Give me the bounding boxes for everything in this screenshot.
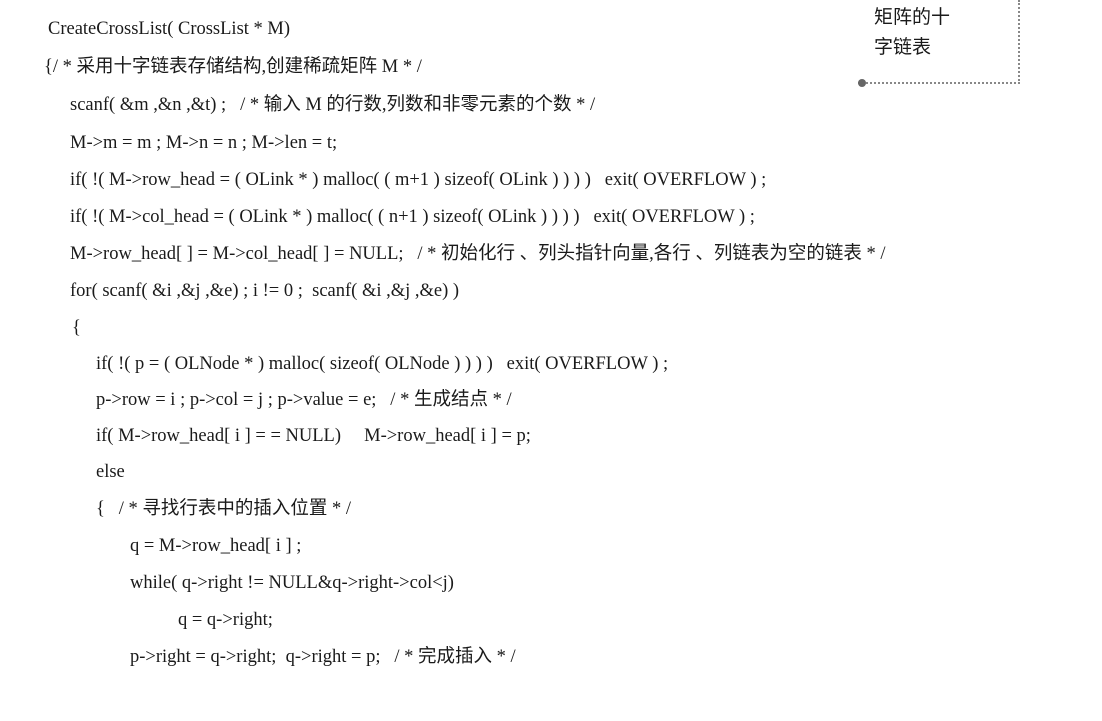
code-line-1: CreateCrossList( CrossList * M)	[48, 19, 291, 39]
code-line-5: if( !( M->row_head = ( OLink * ) malloc(…	[70, 170, 767, 190]
code-line-15: q = M->row_head[ i ] ;	[130, 536, 302, 556]
code-line-7: M->row_head[ ] = M->col_head[ ] = NULL; …	[70, 244, 886, 264]
code-line-18: p->right = q->right; q->right = p; / * 完…	[130, 647, 516, 667]
code-line-13: else	[96, 462, 125, 482]
code-line-17: q = q->right;	[178, 610, 273, 630]
margin-note-line-2: 字链表	[874, 37, 932, 58]
margin-note-box: 矩阵的十 字链表	[858, 0, 1020, 87]
code-line-10: if( !( p = ( OLNode * ) malloc( sizeof( …	[96, 354, 669, 374]
note-bullet-dot	[858, 79, 866, 87]
code-line-8: for( scanf( &i ,&j ,&e) ; i != 0 ; scanf…	[70, 281, 460, 301]
code-line-14: { / * 寻找行表中的插入位置 * /	[96, 499, 352, 519]
code-line-6: if( !( M->col_head = ( OLink * ) malloc(…	[70, 207, 755, 227]
code-line-3: scanf( &m ,&n ,&t) ; / * 输入 M 的行数,列数和非零元…	[70, 95, 596, 115]
code-line-16: while( q->right != NULL&q->right->col<j)	[130, 573, 454, 593]
code-line-4: M->m = m ; M->n = n ; M->len = t;	[70, 133, 338, 153]
code-line-2: {/ * 采用十字链表存储结构,创建稀疏矩阵 M * /	[44, 57, 422, 77]
code-line-11: p->row = i ; p->col = j ; p->value = e; …	[96, 390, 512, 410]
code-line-12: if( M->row_head[ i ] = = NULL) M->row_he…	[96, 426, 531, 446]
code-line-9: {	[72, 318, 81, 338]
margin-note-line-1: 矩阵的十	[874, 7, 951, 28]
